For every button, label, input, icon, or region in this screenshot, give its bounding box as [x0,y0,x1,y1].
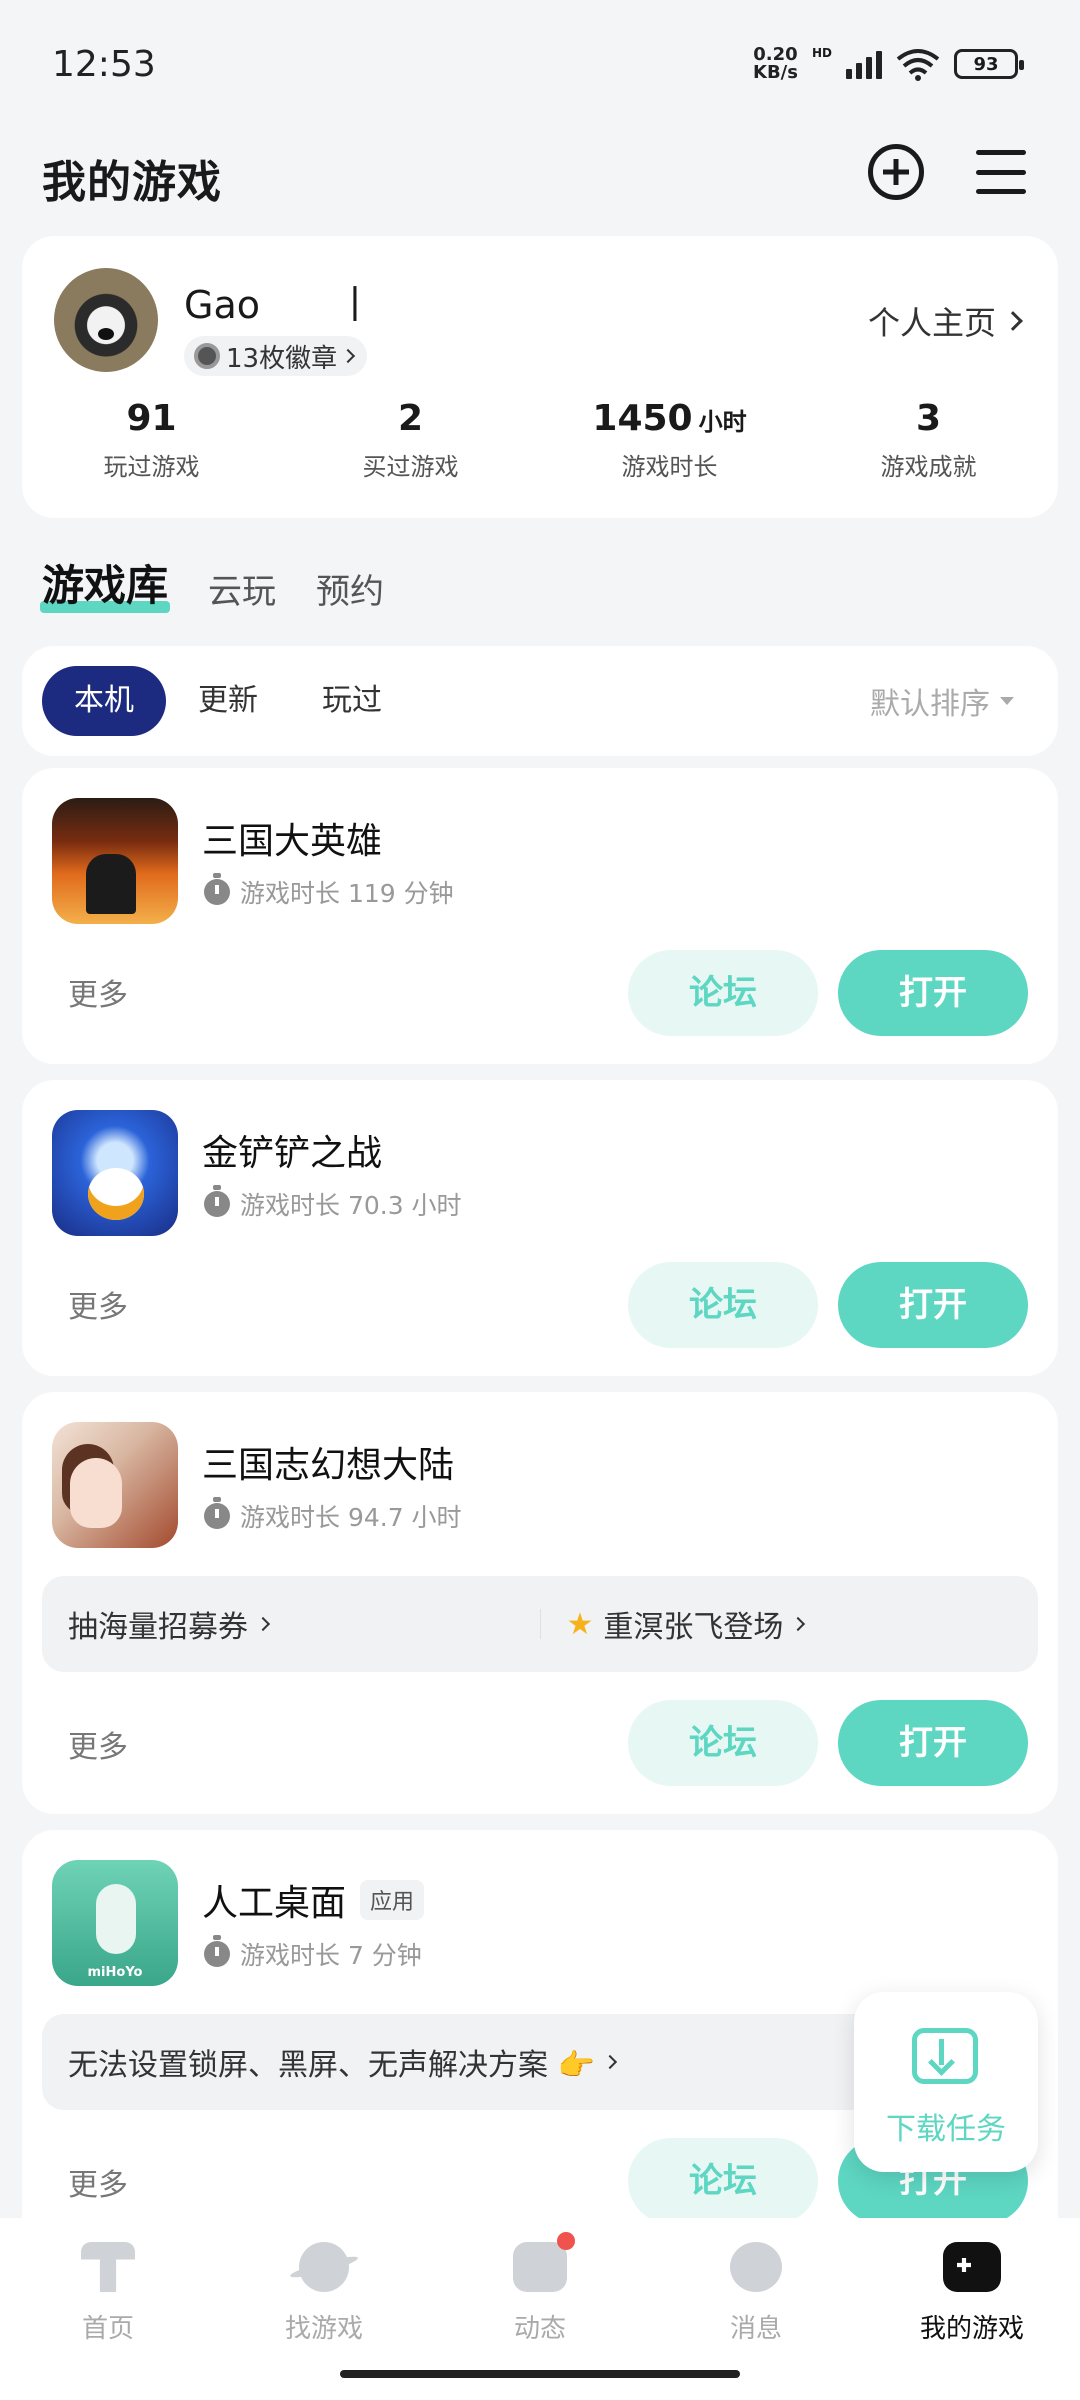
signal-icon [846,49,882,79]
status-time: 12:53 [52,44,156,85]
chat-icon [730,2242,782,2292]
game-icon[interactable] [52,1110,178,1236]
forum-button[interactable]: 论坛 [628,2138,818,2224]
promo-link[interactable]: ★ 重溟张飞登场 [541,1602,1039,1646]
forum-button[interactable]: 论坛 [628,1700,818,1786]
wifi-icon [896,49,940,81]
nav-home[interactable]: 首页 [0,2218,216,2400]
badges-label: 13枚徽章 [226,343,338,374]
forum-button[interactable]: 论坛 [628,950,818,1036]
promo-link[interactable]: 抽海量招募券 [42,1602,540,1646]
game-card[interactable]: 金铲铲之战 游戏时长 70.3 小时 更多 论坛 打开 [22,1080,1058,1376]
nav-my-games[interactable]: 我的游戏 [864,2218,1080,2400]
filter-bar: 本机 更新 玩过 默认排序 [22,646,1058,756]
gamepad-icon [943,2242,1001,2292]
filter-played[interactable]: 玩过 [290,666,414,736]
more-button[interactable]: 更多 [68,2160,128,2204]
game-name: 三国志幻想大陆 [202,1445,455,1486]
game-icon[interactable]: miHoYo [52,1860,178,1986]
promo-bar: 抽海量招募券 ★ 重溟张飞登场 [42,1576,1038,1672]
chevron-right-icon [1003,311,1023,331]
status-bar: 12:53 0.20 KB/s HD 93 [0,0,1080,130]
status-indicators: 0.20 KB/s HD 93 [753,44,1024,83]
stopwatch-icon [204,1497,230,1529]
stopwatch-icon [204,1185,230,1217]
game-name: 金铲铲之战 [202,1133,383,1174]
sort-label: 默认排序 [870,687,990,722]
tab-cloud-play[interactable]: 云玩 [208,564,276,613]
stat-played-games[interactable]: 91 玩过游戏 [22,398,281,482]
playtime: 游戏时长 119 分钟 [204,873,454,910]
app-icon-brand: miHoYo [87,1965,143,1980]
chevron-right-icon [255,1616,271,1632]
open-button[interactable]: 打开 [838,1700,1028,1786]
profile-card: Gao 丨 13枚徽章 个人主页 91 玩过游戏 2 买过游戏 1450 小时 游… [22,236,1058,518]
download-tasks-button[interactable]: 下载任务 [854,1992,1038,2172]
download-tasks-label: 下载任务 [886,2112,1006,2147]
forum-button[interactable]: 论坛 [628,1262,818,1348]
game-name: 三国大英雄 [202,821,383,862]
game-icon[interactable] [52,798,178,924]
more-button[interactable]: 更多 [68,1282,128,1326]
chevron-right-icon [341,348,356,364]
battery-icon: 93 [954,49,1024,79]
game-name: 人工桌面 应用 [202,1874,425,1926]
page-title: 我的游戏 [42,157,222,208]
main-tabs: 游戏库 云玩 预约 [39,552,384,613]
game-icon[interactable] [52,1422,178,1548]
profile-stats: 91 玩过游戏 2 买过游戏 1450 小时 游戏时长 3 游戏成就 [22,398,1058,482]
playtime: 游戏时长 94.7 小时 [204,1497,462,1534]
sort-dropdown[interactable]: 默认排序 [870,679,1014,723]
app-tag: 应用 [360,1880,425,1920]
tab-game-library[interactable]: 游戏库 [39,552,171,613]
playtime: 游戏时长 70.3 小时 [204,1185,462,1222]
open-button[interactable]: 打开 [838,1262,1028,1348]
planet-icon [299,2242,349,2292]
tab-reservations[interactable]: 预约 [316,564,384,613]
username: Gao 丨 [184,283,374,327]
star-icon: ★ [566,1606,594,1642]
hd-label: HD [811,46,832,60]
game-card[interactable]: 三国志幻想大陆 游戏时长 94.7 小时 抽海量招募券 ★ 重溟张飞登场 更多 … [22,1392,1058,1814]
page-header: 我的游戏 [0,130,1080,240]
chevron-right-icon [791,1616,806,1632]
more-button[interactable]: 更多 [68,1722,128,1766]
badges-button[interactable]: 13枚徽章 [184,336,368,376]
filter-local[interactable]: 本机 [42,666,166,736]
stopwatch-icon [204,873,230,905]
game-card[interactable]: 三国大英雄 游戏时长 119 分钟 更多 论坛 打开 [22,768,1058,1064]
stat-achievements[interactable]: 3 游戏成就 [799,398,1058,482]
caret-down-icon [1000,697,1014,705]
add-icon[interactable] [868,144,924,200]
avatar[interactable] [54,268,158,372]
filter-updates[interactable]: 更新 [166,666,290,736]
feed-icon [513,2232,575,2292]
stopwatch-icon [204,1935,230,1967]
stat-play-time[interactable]: 1450 小时 游戏时长 [540,398,799,482]
stat-bought-games[interactable]: 2 买过游戏 [281,398,540,482]
profile-home-link[interactable]: 个人主页 [867,298,1023,344]
network-speed: 0.20 KB/s [753,44,798,83]
profile-home-label: 个人主页 [867,304,996,342]
medal-icon [194,343,220,369]
home-indicator [340,2370,740,2378]
download-icon [912,2028,978,2084]
chevron-right-icon [602,2054,617,2070]
playtime: 游戏时长 7 分钟 [204,1935,422,1972]
home-icon [81,2242,135,2292]
more-button[interactable]: 更多 [68,970,128,1014]
open-button[interactable]: 打开 [838,950,1028,1036]
menu-icon[interactable] [976,150,1026,194]
